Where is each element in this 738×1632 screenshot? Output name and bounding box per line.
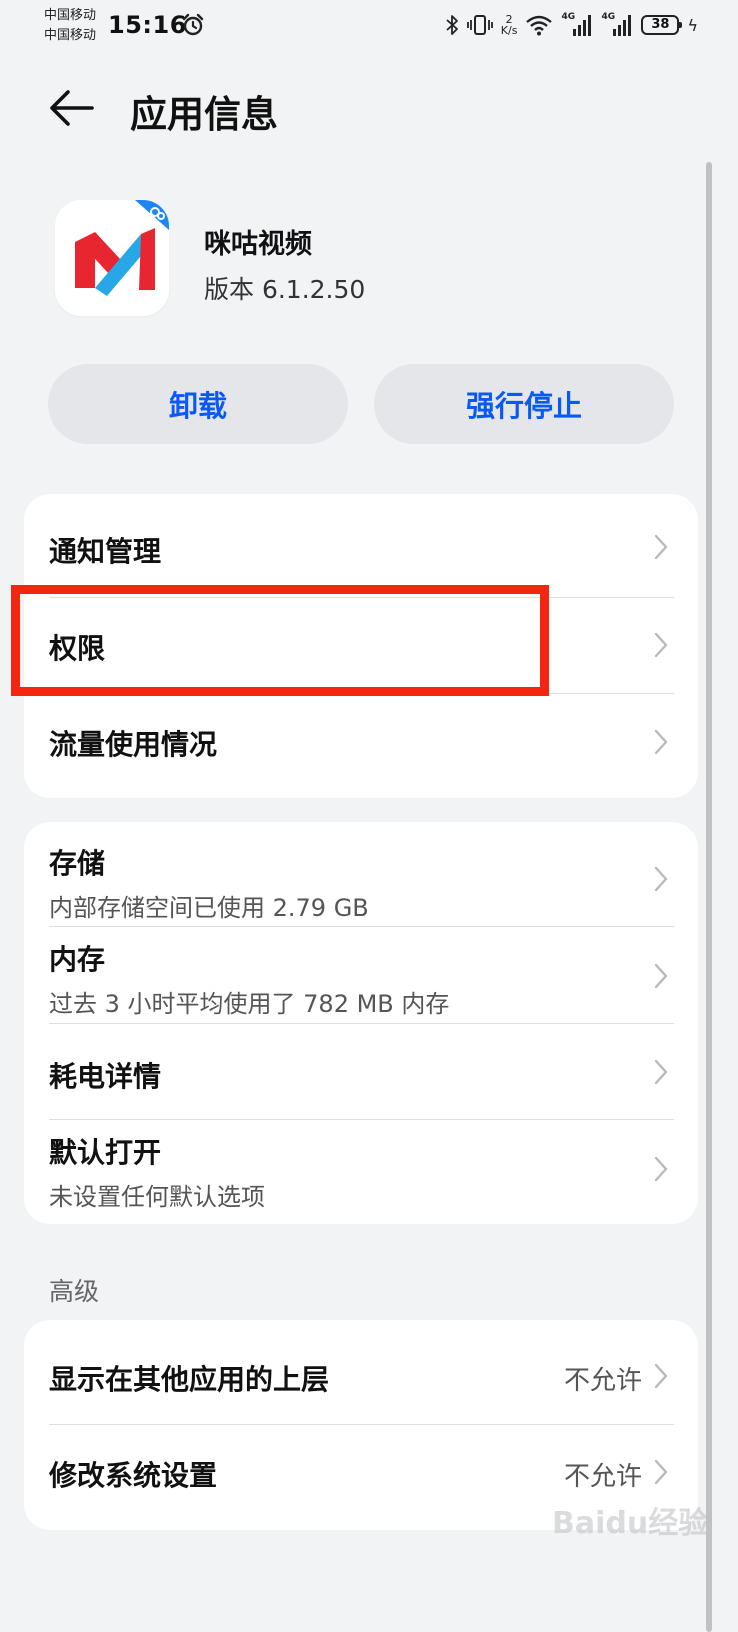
bluetooth-icon (446, 15, 458, 35)
section-title-advanced: 高级 (49, 1277, 100, 1306)
page-title: 应用信息 (130, 93, 278, 136)
highlight-box (11, 585, 549, 696)
list-item-label: 默认打开 (49, 1136, 162, 1169)
chevron-right-icon (654, 1059, 668, 1085)
chevron-right-icon (654, 963, 668, 989)
chevron-right-icon (654, 534, 668, 560)
app-version: 版本 6.1.2.50 (204, 275, 366, 304)
back-arrow-icon[interactable] (44, 86, 96, 130)
list-item-subtitle: 未设置任何默认选项 (49, 1183, 265, 1211)
vibrate-icon (466, 15, 493, 35)
signal-bars-icon (573, 15, 592, 36)
status-bar: 中国移动 中国移动 15:16 2 K/s 4G 4G 38 ϟ (0, 0, 738, 52)
list-item-display-over-other-apps[interactable]: 显示在其他应用的上层 不允许 (24, 1320, 698, 1424)
list-item-label: 修改系统设置 (49, 1459, 218, 1492)
scrollbar[interactable] (706, 162, 712, 1632)
list-item-label: 显示在其他应用的上层 (49, 1363, 330, 1396)
signal-bars-icon (613, 15, 632, 36)
uninstall-button[interactable]: 卸载 (48, 364, 348, 444)
signal-2: 4G (601, 12, 633, 38)
list-item-value: 不允许 (563, 1462, 642, 1492)
list-item-open-by-default[interactable]: 默认打开 未设置任何默认选项 (24, 1119, 698, 1224)
app-icon (55, 200, 169, 316)
chevron-right-icon (654, 1459, 668, 1485)
list-item-subtitle: 过去 3 小时平均使用了 782 MB 内存 (49, 990, 450, 1018)
chevron-right-icon (654, 632, 668, 658)
list-item-memory[interactable]: 内存 过去 3 小时平均使用了 782 MB 内存 (24, 926, 698, 1023)
list-item-label: 耗电详情 (49, 1060, 162, 1093)
app-usage-card: 存储 内部存储空间已使用 2.79 GB 内存 过去 3 小时平均使用了 782… (24, 822, 698, 1224)
migu-logo-icon (75, 200, 169, 296)
chevron-right-icon (654, 729, 668, 755)
signal-1: 4G (561, 12, 593, 38)
carrier-2: 中国移动 (44, 28, 97, 43)
alarm-icon (182, 13, 204, 36)
net-speed: 2 K/s (500, 13, 518, 37)
list-item-label: 通知管理 (49, 535, 162, 568)
clock: 15:16 (108, 11, 187, 39)
chevron-right-icon (654, 1363, 668, 1389)
force-stop-button[interactable]: 强行停止 (374, 364, 674, 444)
list-item-subtitle: 内部存储空间已使用 2.79 GB (49, 894, 369, 922)
status-icons: 2 K/s 4G 4G 38 ϟ (445, 10, 698, 40)
chevron-right-icon (654, 866, 668, 892)
charging-icon: ϟ (687, 15, 698, 35)
list-item-value: 不允许 (563, 1366, 642, 1396)
watermark: Baidu经验 (552, 1506, 709, 1541)
list-item-label: 存储 (49, 847, 106, 880)
wifi-icon (526, 15, 553, 36)
list-item-label: 流量使用情况 (49, 728, 218, 761)
list-item-label: 内存 (49, 943, 106, 976)
carrier-1: 中国移动 (44, 8, 97, 23)
list-item-data-usage[interactable]: 流量使用情况 (24, 693, 698, 798)
list-item-storage[interactable]: 存储 内部存储空间已使用 2.79 GB (24, 822, 698, 926)
chevron-right-icon (654, 1156, 668, 1182)
app-name: 咪咕视频 (204, 229, 312, 260)
list-item-notification-management[interactable]: 通知管理 (24, 494, 698, 597)
list-item-battery-details[interactable]: 耗电详情 (24, 1023, 698, 1119)
battery-indicator: 38 (641, 15, 683, 35)
